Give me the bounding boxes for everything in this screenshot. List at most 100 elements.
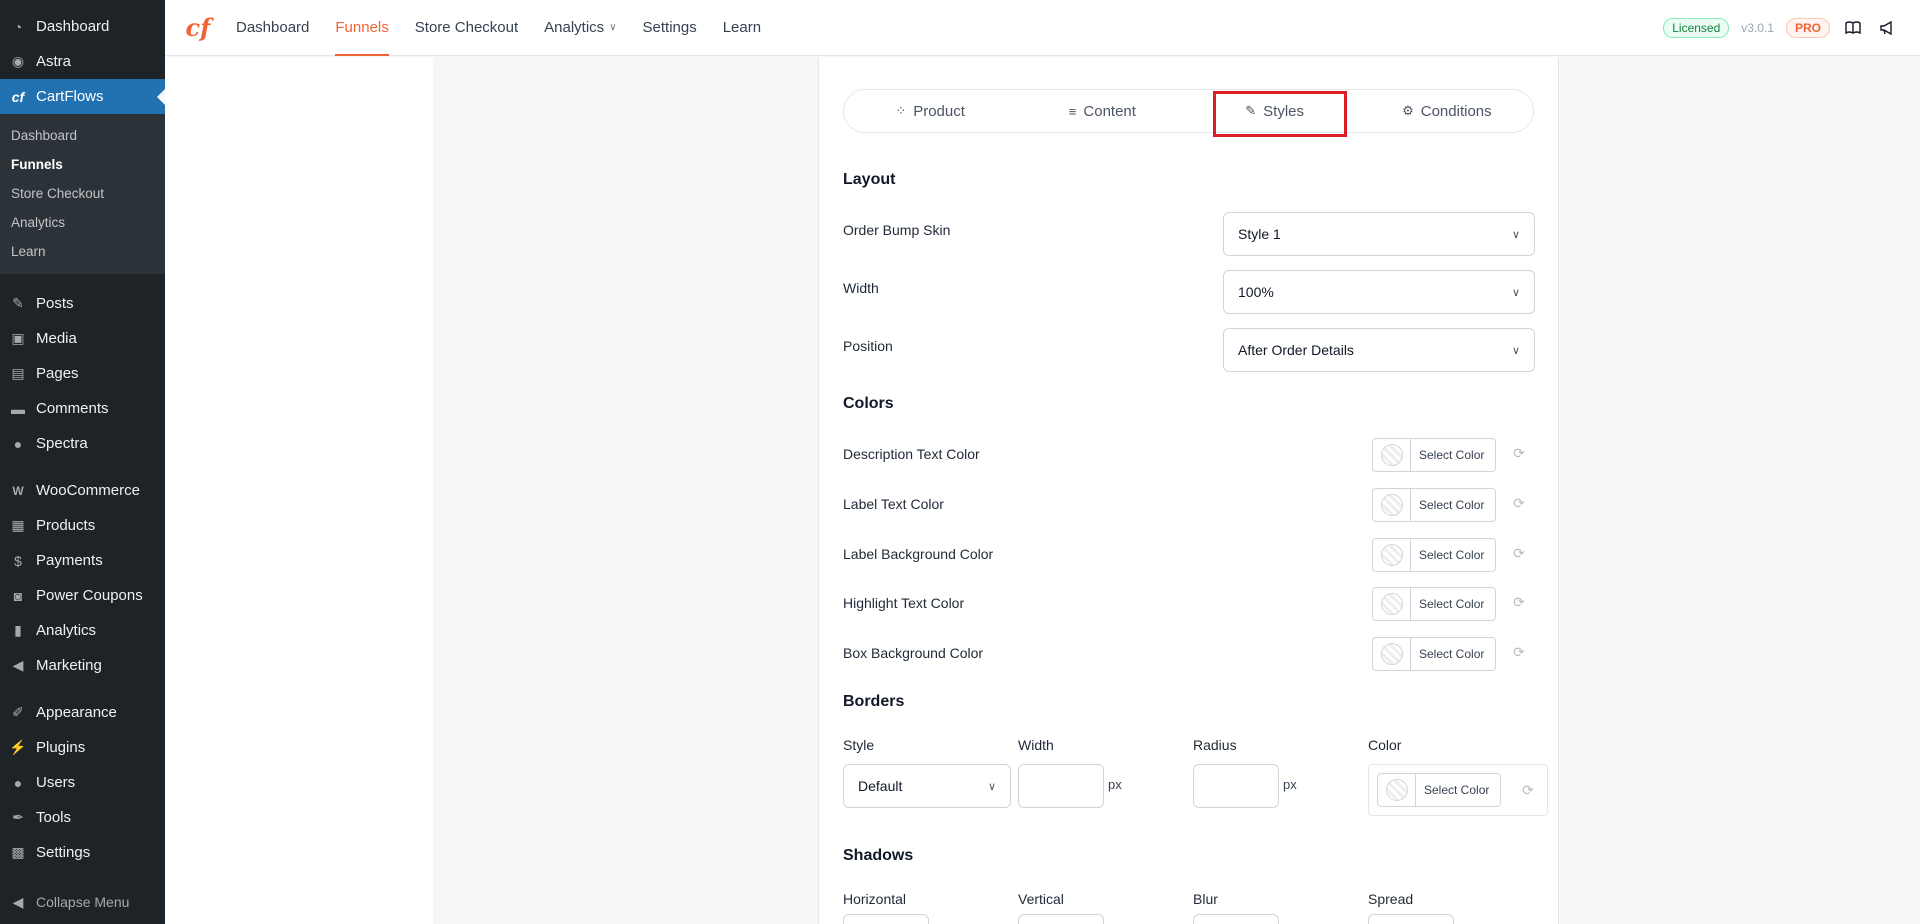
tab-styles[interactable]: ✎ Styles bbox=[1189, 90, 1361, 137]
sidebar-item-cartflows[interactable]: cf CartFlows bbox=[0, 79, 165, 114]
skin-select[interactable]: Style 1 ∨ bbox=[1223, 212, 1535, 256]
label-text-color-picker[interactable]: Select Color bbox=[1372, 488, 1496, 522]
sidebar-item-settings[interactable]: ▩ Settings bbox=[0, 835, 165, 870]
description-text-color-picker[interactable]: Select Color bbox=[1372, 438, 1496, 472]
reset-icon[interactable]: ⟳ bbox=[1519, 781, 1537, 799]
products-icon: ▦ bbox=[11, 517, 25, 533]
woo-icon: W bbox=[12, 483, 24, 498]
submenu-learn[interactable]: Learn bbox=[0, 237, 165, 266]
sidebar-item-users[interactable]: ● Users bbox=[0, 765, 165, 800]
submenu-funnels[interactable]: Funnels bbox=[0, 150, 165, 179]
position-select-value: After Order Details bbox=[1238, 342, 1354, 358]
licensed-badge: Licensed bbox=[1663, 18, 1730, 38]
width-select[interactable]: 100% ∨ bbox=[1223, 270, 1535, 314]
select-color-text: Select Color bbox=[1419, 448, 1485, 462]
tab-styles-label: Styles bbox=[1263, 102, 1304, 120]
nav-settings[interactable]: Settings bbox=[643, 0, 697, 56]
nav-funnels[interactable]: Funnels bbox=[335, 0, 390, 56]
sidebar-item-plugins[interactable]: ⚡ Plugins bbox=[0, 730, 165, 765]
gear-icon: ⚙ bbox=[1402, 103, 1414, 118]
sidebar-item-posts[interactable]: ✎ Posts bbox=[0, 286, 165, 321]
tab-conditions[interactable]: ⚙ Conditions bbox=[1361, 90, 1533, 132]
reset-icon[interactable]: ⟳ bbox=[1510, 593, 1528, 611]
shadow-spread-input[interactable] bbox=[1368, 914, 1454, 924]
border-width-unit: px bbox=[1108, 777, 1122, 792]
sidebar-item-power-coupons[interactable]: ◙ Power Coupons bbox=[0, 578, 165, 613]
shadows-heading: Shadows bbox=[843, 847, 914, 864]
highlight-text-color-picker[interactable]: Select Color bbox=[1372, 587, 1496, 621]
skin-select-value: Style 1 bbox=[1238, 226, 1281, 242]
shadow-vertical-input[interactable] bbox=[1018, 914, 1104, 924]
megaphone-icon: ◀ bbox=[12, 657, 24, 673]
collapse-icon: ◀ bbox=[12, 893, 24, 910]
sidebar-item-marketing[interactable]: ◀ Marketing bbox=[0, 648, 165, 683]
border-width-label: Width bbox=[1018, 737, 1054, 753]
version-text: v3.0.1 bbox=[1741, 21, 1774, 35]
nav-analytics-label: Analytics bbox=[544, 19, 605, 36]
collapse-menu-button[interactable]: ◀ Collapse Menu bbox=[0, 880, 165, 924]
sidebar-item-comments[interactable]: ▬ Comments bbox=[0, 391, 165, 426]
pin-icon: ✎ bbox=[12, 295, 24, 311]
sidebar-item-media[interactable]: ▣ Media bbox=[0, 321, 165, 356]
color-swatch bbox=[1385, 779, 1408, 801]
submenu-dashboard[interactable]: Dashboard bbox=[0, 121, 165, 150]
reset-icon[interactable]: ⟳ bbox=[1510, 494, 1528, 512]
nav-store-checkout[interactable]: Store Checkout bbox=[415, 0, 518, 56]
shadow-blur-input[interactable] bbox=[1193, 914, 1279, 924]
tab-content[interactable]: ≡ Content bbox=[1016, 90, 1188, 132]
sidebar-item-pages[interactable]: ▤ Pages bbox=[0, 356, 165, 391]
border-color-picker[interactable]: Select Color bbox=[1377, 773, 1501, 807]
box-background-color-picker[interactable]: Select Color bbox=[1372, 637, 1496, 671]
border-style-label: Style bbox=[843, 737, 875, 753]
sidebar-item-woocommerce[interactable]: W WooCommerce bbox=[0, 473, 165, 508]
reset-icon[interactable]: ⟳ bbox=[1510, 544, 1528, 562]
nav-learn[interactable]: Learn bbox=[723, 0, 761, 56]
sidebar-item-appearance[interactable]: ✐ Appearance bbox=[0, 695, 165, 730]
submenu-analytics[interactable]: Analytics bbox=[0, 208, 165, 237]
label-background-color-picker[interactable]: Select Color bbox=[1372, 538, 1496, 572]
color-swatch bbox=[1380, 444, 1403, 466]
cartflows-submenu: Dashboard Funnels Store Checkout Analyti… bbox=[0, 114, 165, 274]
chevron-down-icon: ∨ bbox=[987, 780, 996, 793]
user-icon: ● bbox=[13, 774, 23, 791]
comment-icon: ▬ bbox=[11, 400, 25, 417]
sidebar-item-tools[interactable]: ✒ Tools bbox=[0, 800, 165, 835]
shadow-horizontal-label: Horizontal bbox=[843, 891, 907, 907]
colors-heading: Colors bbox=[843, 395, 894, 412]
nav-analytics[interactable]: Analytics ∨ bbox=[544, 0, 616, 56]
plugin-icon: ⚡ bbox=[9, 739, 27, 755]
nav-dashboard[interactable]: Dashboard bbox=[236, 0, 309, 56]
position-select[interactable]: After Order Details ∨ bbox=[1223, 328, 1535, 372]
shadow-horizontal-input[interactable] bbox=[843, 914, 929, 924]
book-icon[interactable] bbox=[1842, 17, 1864, 39]
settings-icon: ▩ bbox=[11, 844, 25, 860]
tab-content-label: Content bbox=[1083, 102, 1136, 120]
swatch-wrap bbox=[1373, 539, 1411, 571]
reset-icon[interactable]: ⟳ bbox=[1510, 444, 1528, 462]
sidebar-item-dashboard[interactable]: ◔ Dashboard bbox=[0, 9, 165, 44]
sidebar-item-payments[interactable]: $ Payments bbox=[0, 543, 165, 578]
cartflows-icon: cf bbox=[11, 88, 25, 105]
announcement-icon[interactable] bbox=[1876, 17, 1898, 39]
border-style-select[interactable]: Default ∨ bbox=[843, 764, 1011, 808]
brush-icon: ✐ bbox=[12, 704, 24, 720]
tab-conditions-label: Conditions bbox=[1420, 102, 1492, 120]
tab-product[interactable]: ⁘ Product bbox=[844, 90, 1016, 132]
sidebar-item-products[interactable]: ▦ Products bbox=[0, 508, 165, 543]
content-icon: ≡ bbox=[1068, 103, 1077, 119]
sidebar-item-analytics[interactable]: ▮ Analytics bbox=[0, 613, 165, 648]
submenu-store-checkout[interactable]: Store Checkout bbox=[0, 179, 165, 208]
select-color-text: Select Color bbox=[1424, 783, 1490, 797]
border-width-input[interactable] bbox=[1018, 764, 1104, 808]
skin-label: Order Bump Skin bbox=[843, 222, 951, 238]
swatch-wrap bbox=[1373, 638, 1411, 670]
cartflows-logo-icon[interactable]: cf bbox=[184, 13, 212, 42]
swatch-wrap bbox=[1373, 439, 1411, 471]
reset-icon[interactable]: ⟳ bbox=[1510, 643, 1528, 661]
settings-tabs: ⁘ Product ≡ Content ✎ Styles ⚙ Condition… bbox=[843, 89, 1534, 137]
highlight-text-color-label: Highlight Text Color bbox=[843, 595, 965, 611]
border-radius-input[interactable] bbox=[1193, 764, 1279, 808]
sidebar-item-astra[interactable]: ◉ Astra bbox=[0, 44, 165, 79]
sidebar-item-spectra[interactable]: ● Spectra bbox=[0, 426, 165, 461]
product-icon: ⁘ bbox=[895, 103, 907, 118]
